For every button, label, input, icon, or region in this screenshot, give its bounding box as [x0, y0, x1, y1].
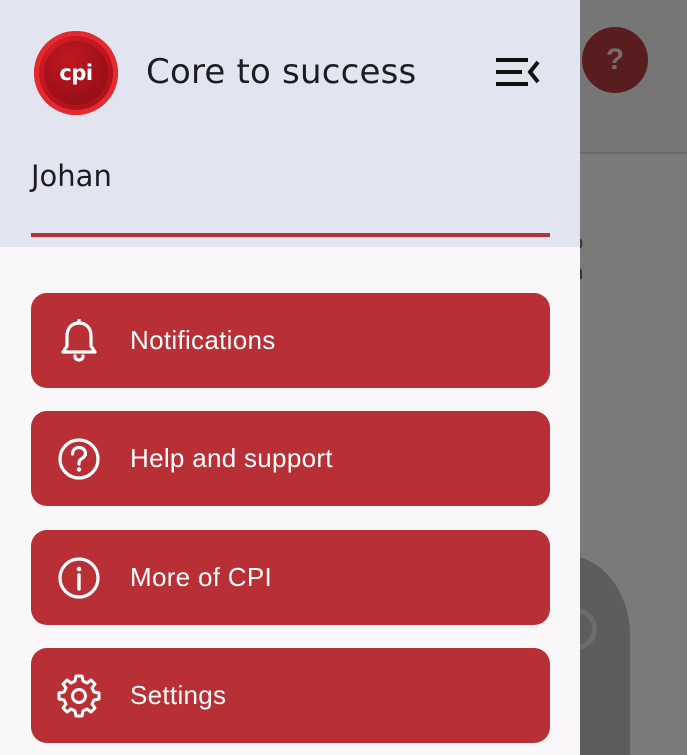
- menu-item-label: Help and support: [130, 443, 333, 473]
- menu-item-help-and-support[interactable]: Help and support: [31, 411, 550, 506]
- navigation-drawer: cpi Core to success Johan Notifications …: [0, 0, 580, 755]
- info-circle-icon: [56, 555, 102, 601]
- screen: ? o n l cpi Core to success Johan: [0, 0, 687, 755]
- menu-item-notifications[interactable]: Notifications: [31, 293, 550, 388]
- background-help-button: ?: [582, 27, 648, 93]
- collapse-menu-button[interactable]: [490, 52, 546, 92]
- cpi-logo: cpi: [34, 31, 118, 115]
- user-name-divider: [31, 233, 550, 237]
- menu-item-label: Notifications: [130, 325, 276, 355]
- user-name: Johan: [31, 159, 112, 193]
- question-mark-icon: ?: [605, 43, 625, 76]
- app-title: Core to success: [146, 52, 417, 92]
- drawer-header: cpi Core to success Johan: [0, 0, 580, 247]
- menu-collapse-icon: [496, 58, 540, 86]
- menu-item-settings[interactable]: Settings: [31, 648, 550, 743]
- bell-icon: [56, 318, 102, 364]
- menu-item-more-of-cpi[interactable]: More of CPI: [31, 530, 550, 625]
- menu-item-label: Settings: [130, 680, 227, 710]
- menu-item-label: More of CPI: [130, 562, 273, 592]
- cpi-logo-text: cpi: [44, 41, 108, 105]
- gear-icon: [56, 673, 102, 719]
- help-circle-icon: [56, 436, 102, 482]
